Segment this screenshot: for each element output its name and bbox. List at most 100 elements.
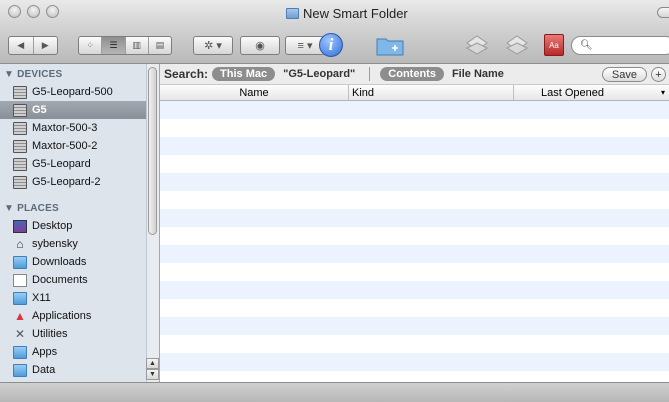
- column-header-last-opened[interactable]: Last Opened ▾: [514, 85, 669, 100]
- sidebar-item-applications[interactable]: ▲ Applications: [0, 307, 146, 325]
- sidebar-item-maxtor-500-2[interactable]: Maxtor-500-2: [0, 137, 146, 155]
- table-row: [160, 227, 669, 245]
- column-header-kind[interactable]: Kind: [349, 85, 514, 100]
- table-row: [160, 101, 669, 119]
- scroll-down-arrow[interactable]: ▼: [146, 369, 159, 380]
- hard-disk-icon: [13, 121, 27, 135]
- scroll-up-arrow[interactable]: ▲: [146, 358, 159, 369]
- sidebar-item-data[interactable]: Data: [0, 361, 146, 379]
- sidebar-item-label: G5-Leopard: [32, 158, 91, 170]
- smart-folder-icon: [286, 7, 299, 19]
- sidebar-item-label: Downloads: [32, 256, 87, 268]
- sidebar-item-label: Utilities: [32, 328, 68, 340]
- dictionary-icon[interactable]: Aa: [544, 34, 564, 56]
- sidebar-item-label: Maxtor-500-2: [32, 140, 98, 152]
- table-row: [160, 281, 669, 299]
- sidebar: ▼ DEVICES G5-Leopard-500 G5 Maxtor-500-3…: [0, 64, 160, 382]
- column-header-name[interactable]: Name: [160, 85, 349, 100]
- sidebar-scroll-thumb[interactable]: [148, 67, 157, 235]
- back-button[interactable]: ◀: [9, 37, 34, 54]
- document-folder-icon: [13, 273, 27, 287]
- toolbar-toggle-button[interactable]: [657, 7, 669, 18]
- sidebar-item-g5[interactable]: G5: [0, 101, 146, 119]
- quick-look-button[interactable]: ◉: [240, 36, 280, 55]
- hard-disk-icon: [13, 139, 27, 153]
- table-row: [160, 209, 669, 227]
- list-header: Name Kind Last Opened ▾: [160, 85, 669, 101]
- hard-disk-icon: [13, 175, 27, 189]
- hard-disk-icon: [13, 103, 27, 117]
- sort-indicator-icon: ▾: [660, 88, 665, 97]
- places-header[interactable]: ▼ PLACES: [4, 203, 59, 214]
- search-scope-bar: Search: This Mac "G5-Leopard" Contents F…: [160, 64, 669, 85]
- devices-header[interactable]: ▼ DEVICES: [4, 69, 62, 80]
- table-row: [160, 299, 669, 317]
- title-bar: New Smart Folder: [0, 0, 669, 26]
- minimize-window-button[interactable]: [27, 5, 40, 18]
- new-folder-icon[interactable]: [376, 34, 404, 56]
- cover-flow-button[interactable]: ▤: [149, 37, 171, 54]
- scope-divider: [369, 67, 371, 81]
- sidebar-item-g5-leopard-2[interactable]: G5-Leopard-2: [0, 173, 146, 191]
- folder-icon: [13, 255, 27, 269]
- sidebar-item-label: Documents: [32, 274, 88, 286]
- close-window-button[interactable]: [8, 5, 21, 18]
- sidebar-item-downloads[interactable]: Downloads: [0, 253, 146, 271]
- action-menu-button[interactable]: ✲ ▾: [193, 36, 233, 55]
- list-view-button[interactable]: ☰: [102, 37, 126, 54]
- get-info-icon[interactable]: i: [319, 33, 343, 57]
- search-icon: 🔍︎: [580, 40, 593, 51]
- sidebar-item-label: G5-Leopard-2: [32, 176, 101, 188]
- sidebar-item-documents[interactable]: Documents: [0, 271, 146, 289]
- sidebar-item-sybensky[interactable]: ⌂ sybensky: [0, 235, 146, 253]
- contents-button[interactable]: Contents: [380, 67, 444, 81]
- sidebar-item-desktop[interactable]: Desktop: [0, 217, 146, 235]
- sidebar-item-maxtor-500-3[interactable]: Maxtor-500-3: [0, 119, 146, 137]
- sidebar-item-label: G5-Leopard-500: [32, 86, 113, 98]
- window-title-text: New Smart Folder: [303, 5, 408, 21]
- scope-this-mac-button[interactable]: This Mac: [212, 67, 276, 81]
- search-label: Search:: [164, 67, 209, 81]
- zoom-window-button[interactable]: [46, 5, 59, 18]
- sidebar-item-label: sybensky: [32, 238, 78, 250]
- folder-icon: [13, 345, 27, 359]
- table-row: [160, 191, 669, 209]
- table-row: [160, 371, 669, 382]
- table-row: [160, 155, 669, 173]
- sidebar-item-label: Apps: [32, 346, 58, 358]
- table-row: [160, 137, 669, 155]
- eject-icon[interactable]: [505, 34, 529, 56]
- file-name-button[interactable]: File Name: [448, 68, 508, 80]
- sidebar-item-apps[interactable]: Apps: [0, 343, 146, 361]
- sidebar-item-utilities[interactable]: ✕ Utilities: [0, 325, 146, 343]
- view-mode-segment: ⁘ ☰ ▥ ▤: [78, 36, 172, 55]
- table-row: [160, 263, 669, 281]
- column-view-button[interactable]: ▥: [126, 37, 149, 54]
- sidebar-item-g5-leopard-500[interactable]: G5-Leopard-500: [0, 83, 146, 101]
- folder-icon: [13, 291, 27, 305]
- window-title: New Smart Folder: [286, 5, 408, 21]
- sidebar-item-x11[interactable]: X11: [0, 289, 146, 307]
- hard-disk-icon: [13, 157, 27, 171]
- table-row: [160, 173, 669, 191]
- search-field[interactable]: 🔍︎: [571, 36, 669, 55]
- scope-volume-button[interactable]: "G5-Leopard": [279, 68, 359, 80]
- column-header-label: Kind: [352, 86, 375, 99]
- utilities-icon: ✕: [14, 326, 26, 341]
- add-criteria-button[interactable]: +: [651, 67, 666, 82]
- sidebar-item-g5-leopard[interactable]: G5-Leopard: [0, 155, 146, 173]
- column-header-label: Last Opened: [541, 86, 604, 99]
- column-header-label: Name: [239, 86, 269, 99]
- table-row: [160, 335, 669, 353]
- sidebar-item-label: X11: [32, 292, 51, 304]
- desktop-icon: [13, 219, 27, 233]
- table-row: [160, 317, 669, 335]
- icon-view-button[interactable]: ⁘: [79, 37, 103, 54]
- save-search-button[interactable]: Save: [601, 67, 647, 82]
- sidebar-item-label: G5: [32, 104, 47, 116]
- forward-button[interactable]: ▶: [34, 37, 58, 54]
- results-list[interactable]: [160, 101, 669, 382]
- folder-icon: [13, 363, 27, 377]
- burn-icon[interactable]: [465, 34, 489, 56]
- hard-disk-icon: [13, 85, 27, 99]
